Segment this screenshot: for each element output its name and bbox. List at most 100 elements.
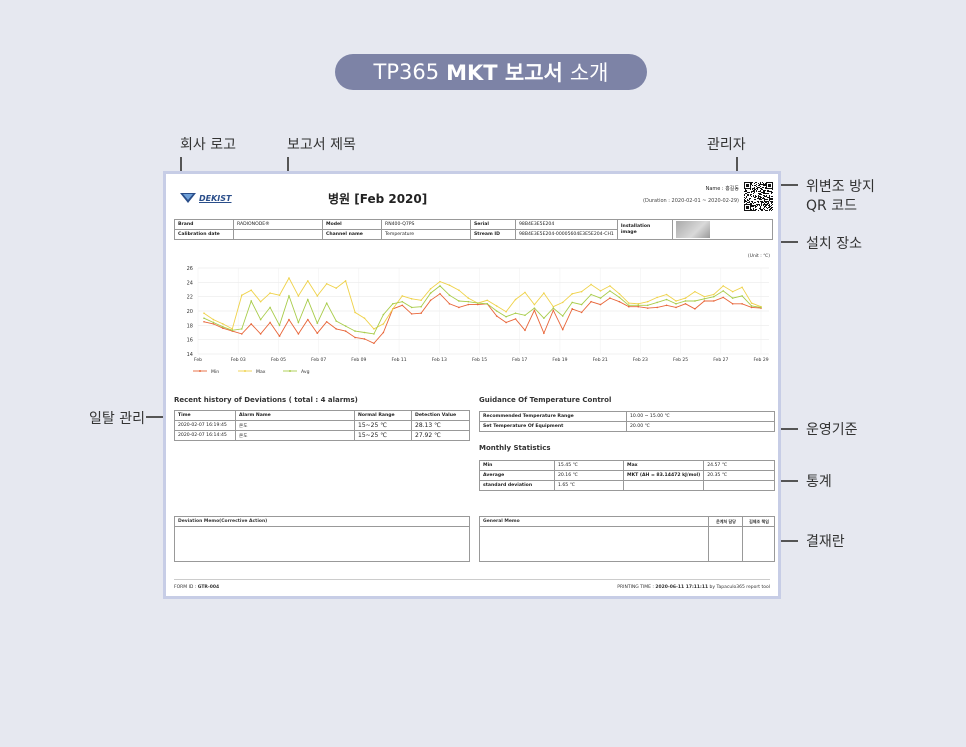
calib-value [233,229,323,240]
stat-cell: 24.57 ℃ [703,460,775,471]
data-point-min [307,318,309,321]
stat-cell: standard deviation [479,480,555,491]
data-point-max [637,303,640,305]
table-row: standard deviation 1.65 ℃ [479,480,775,491]
data-point-avg [429,292,432,294]
data-point-max [552,305,555,308]
data-point-min [694,308,696,310]
serial-value: 98B4E3E5E204 [515,219,618,230]
data-point-avg [203,317,205,319]
y-tick-label: 24 [187,280,193,286]
data-point-max [231,328,234,330]
stat-cell: MKT (ΔH = 83.14472 kJ/mol) [622,470,705,481]
data-point-max [712,293,715,296]
stream-label: Stream ID [470,229,516,240]
annotation-operation: 운영기준 [806,422,858,438]
data-point-max [363,317,366,319]
data-point-min [373,342,375,345]
x-tick-label: Feb 21 [593,357,608,363]
data-point-max [373,328,375,330]
x-tick-label: Feb 19 [552,357,567,363]
data-point-max [458,289,460,292]
annotation-daily: 일탈 관리 [89,411,145,427]
data-point-max [203,312,205,314]
data-point-avg [458,300,460,302]
data-point-max [344,280,347,282]
data-point-max [675,300,677,302]
stat-cell: 1.65 ℃ [554,480,624,491]
stat-cell [622,480,705,491]
data-point-max [448,284,451,286]
data-point-min [524,329,526,332]
x-tick-label: Feb 09 [351,357,366,363]
data-point-min [269,321,271,324]
data-point-max [420,299,422,302]
data-point-min [222,327,224,329]
data-point-max [618,293,621,295]
y-tick-label: 26 [187,266,193,272]
data-point-min [590,300,592,303]
data-point-avg [561,315,564,317]
dev-header-alarm: Alarm Name [235,410,355,421]
data-point-min [354,336,356,339]
data-point-max [316,295,319,297]
data-point-avg [580,303,583,306]
data-point-avg [439,285,441,287]
data-point-avg [278,324,281,327]
data-point-min [712,300,715,302]
data-point-max [212,318,215,321]
data-point-avg [467,300,470,303]
install-label-2: image [620,229,637,235]
deviation-memo-box[interactable]: Deviation Memo(Corrective Action) [174,516,470,562]
data-point-max [628,302,630,304]
data-point-avg [259,318,262,321]
guide-cell: Set Temperature Of Equipment [479,421,627,432]
annotation-qr-line1: 위변조 방지 [806,179,875,195]
annotation-approval: 결재란 [806,534,845,550]
data-point-avg [646,304,649,307]
data-point-avg [712,295,715,298]
data-point-max [401,295,404,297]
data-point-max [222,323,224,325]
data-point-avg [373,333,375,335]
data-point-avg [344,325,347,327]
x-tick-label: Feb [194,357,202,363]
header-pill: TP365 MKT 보고서 소개 [335,54,647,90]
data-point-min [571,308,573,310]
data-point-avg [684,300,687,302]
data-point-max [694,290,696,293]
data-point-avg [656,301,658,304]
legend-marker [244,370,246,372]
data-point-min [656,306,658,309]
data-point-avg [335,320,337,322]
dev-cell: 온도 [235,430,355,441]
qr-code-icon [744,182,773,211]
data-point-min [637,305,640,308]
data-point-min [505,321,507,324]
annotation-qr-line2: QR 코드 [806,198,857,214]
sign-label-2: 김제조 책임 [743,517,775,527]
data-point-min [722,296,725,299]
dev-header-range: Normal Range [354,410,412,421]
data-point-min [316,332,319,335]
data-point-min [561,328,564,331]
header-part1: TP365 [373,60,440,84]
data-point-avg [288,295,290,297]
model-label: Model [322,219,382,230]
y-tick-label: 14 [187,352,193,358]
general-memo-box[interactable]: General Memo 운계처 담당 김제조 책임 [479,516,775,562]
data-point-avg [392,303,394,305]
x-tick-label: Feb 15 [472,357,487,363]
memo-divider [480,526,708,527]
stream-value: 98B4E3E5E204-00005604E3E5E204-CH1 [515,229,618,240]
data-point-min [675,306,677,309]
table-row: 2020-02-07 16:19:45 온도 15~25 ℃ 28.13 ℃ [174,420,470,431]
data-point-avg [401,300,404,303]
data-point-max [731,290,734,293]
data-point-max [684,297,687,299]
stat-cell [703,480,775,491]
data-point-avg [609,290,611,292]
data-point-min [741,303,743,305]
model-value: RN400-Q7PS [381,219,471,230]
data-point-max [278,294,281,297]
